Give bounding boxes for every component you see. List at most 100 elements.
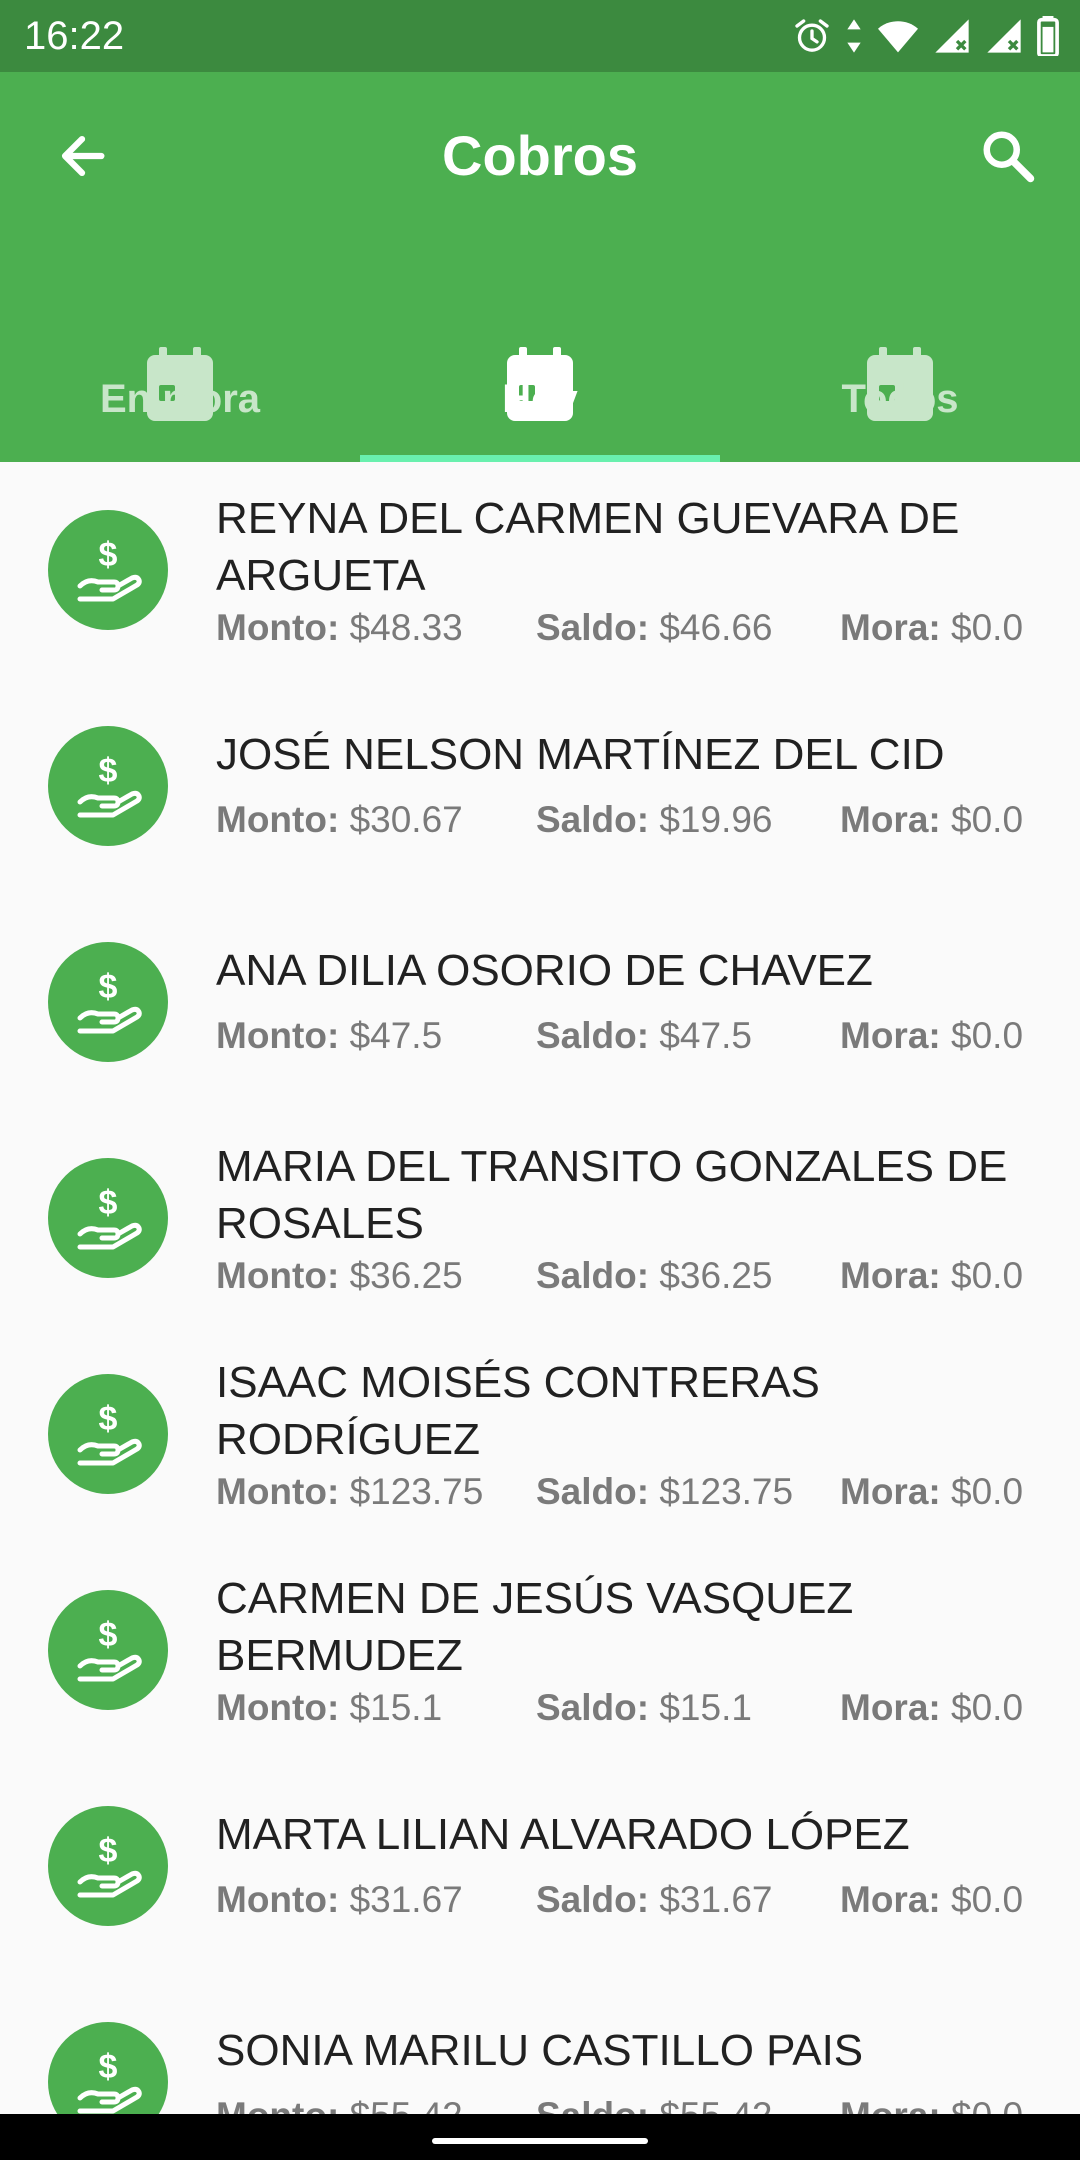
- mora: Mora: $0.0: [840, 1252, 1023, 1300]
- saldo: Saldo: $19.96: [536, 796, 773, 844]
- saldo-value: $123.75: [659, 1471, 794, 1512]
- mora-label: Mora:: [840, 1015, 941, 1056]
- status-time: 16:22: [24, 14, 125, 58]
- saldo-label: Saldo:: [536, 1471, 650, 1512]
- home-gesture-handle[interactable]: [432, 2138, 648, 2144]
- saldo-value: $15.1: [659, 1687, 752, 1728]
- monto: Monto: $55.42: [216, 2092, 463, 2114]
- cobros-list: $ REYNA DEL CARMEN GUEVARA DE ARGUETA Mo…: [0, 462, 1080, 2114]
- monto: Monto: $123.75: [216, 1468, 483, 1516]
- monto-value: $15.1: [349, 1687, 443, 1728]
- wifi-icon: [878, 21, 918, 53]
- saldo: Saldo: $55.42: [536, 2092, 773, 2114]
- mora: Mora: $0.0: [840, 1012, 1023, 1060]
- mora-value: $0.0: [951, 2095, 1023, 2114]
- mora-value: $0.0: [951, 1879, 1024, 1920]
- mora-value: $0.0: [951, 1255, 1024, 1296]
- signal-icon: [935, 19, 969, 53]
- search-button[interactable]: [976, 124, 1040, 188]
- list-item[interactable]: $ JOSÉ NELSON MARTÍNEZ DEL CID Monto: $3…: [0, 678, 1080, 894]
- amounts-row: Monto: $31.67 Saldo: $31.67 Mora: $0.0: [216, 1876, 1046, 1924]
- monto-value: $47.5: [349, 1015, 443, 1056]
- list-item[interactable]: $ ISAAC MOISÉS CONTRERAS RODRÍGUEZ Monto…: [0, 1326, 1080, 1542]
- svg-text:$: $: [99, 1400, 118, 1438]
- client-name: SONIA MARILU CASTILLO PAIS: [216, 2026, 864, 2075]
- monto-label: Monto:: [216, 1015, 340, 1056]
- saldo-label: Saldo:: [536, 799, 650, 840]
- monto-value: $30.67: [349, 799, 463, 840]
- money-hand-icon: $: [48, 726, 168, 846]
- monto: Monto: $47.5: [216, 1012, 442, 1060]
- client-name: CARMEN DE JESÚS VASQUEZ BERMUDEZ: [216, 1574, 854, 1680]
- mora-value: $0.0: [951, 607, 1024, 648]
- monto: Monto: $36.25: [216, 1252, 463, 1300]
- saldo-label: Saldo:: [536, 2095, 649, 2114]
- amounts-row: Monto: $55.42 Saldo: $55.42 Mora: $0.0: [216, 2092, 1046, 2114]
- mora-value: $0.0: [951, 1687, 1024, 1728]
- list-item[interactable]: $ CARMEN DE JESÚS VASQUEZ BERMUDEZ Monto…: [0, 1542, 1080, 1758]
- status-bar: 16:22: [0, 0, 1080, 72]
- tab-todos[interactable]: [720, 267, 1080, 462]
- tab-label-en-mora: En mora: [99, 377, 261, 421]
- client-name: REYNA DEL CARMEN GUEVARA DE ARGUETA: [216, 494, 960, 600]
- mora: Mora: $0.0: [840, 2092, 1023, 2114]
- mora-value: $0.0: [951, 1471, 1024, 1512]
- mora-label: Mora:: [840, 1255, 941, 1296]
- amounts-row: Monto: $123.75 Saldo: $123.75 Mora: $0.0: [216, 1468, 1046, 1516]
- saldo-label: Saldo:: [536, 1879, 650, 1920]
- mora-label: Mora:: [840, 2095, 941, 2114]
- saldo: Saldo: $47.5: [536, 1012, 752, 1060]
- money-hand-icon: $: [48, 942, 168, 1062]
- saldo-value: $46.66: [659, 607, 773, 648]
- money-hand-icon: $: [48, 1590, 168, 1710]
- saldo-label: Saldo:: [536, 1687, 650, 1728]
- tab-indicator: [360, 455, 720, 462]
- saldo-label: Saldo:: [536, 607, 650, 648]
- saldo-value: $19.96: [659, 799, 773, 840]
- monto-label: Monto:: [216, 607, 340, 648]
- client-name: ANA DILIA OSORIO DE CHAVEZ: [216, 946, 873, 995]
- signal-icon: [987, 19, 1021, 53]
- monto-value: $36.25: [349, 1255, 463, 1296]
- saldo-value: $47.5: [659, 1015, 752, 1056]
- saldo-label: Saldo:: [536, 1015, 650, 1056]
- saldo: Saldo: $46.66: [536, 604, 773, 652]
- tab-label-hoy: Hoy: [502, 377, 578, 421]
- list-item[interactable]: $ MARIA DEL TRANSITO GONZALES DE ROSALES…: [0, 1110, 1080, 1326]
- saldo-label: Saldo:: [536, 1255, 650, 1296]
- svg-text:$: $: [99, 2048, 118, 2086]
- svg-text:$: $: [99, 536, 118, 574]
- saldo: Saldo: $15.1: [536, 1684, 752, 1732]
- client-name: JOSÉ NELSON MARTÍNEZ DEL CID: [216, 730, 945, 779]
- money-hand-icon: $: [48, 1158, 168, 1278]
- monto-label: Monto:: [216, 1687, 340, 1728]
- mora-value: $0.0: [951, 1015, 1024, 1056]
- list-item[interactable]: $ ANA DILIA OSORIO DE CHAVEZ Monto: $47.…: [0, 894, 1080, 1110]
- monto: Monto: $48.33: [216, 604, 463, 652]
- mora: Mora: $0.0: [840, 1468, 1023, 1516]
- saldo-value: $36.25: [659, 1255, 773, 1296]
- amounts-row: Monto: $48.33 Saldo: $46.66 Mora: $0.0: [216, 604, 1046, 652]
- mora-value: $0.0: [951, 799, 1024, 840]
- mora-label: Mora:: [840, 799, 941, 840]
- tab-hoy[interactable]: [360, 267, 720, 462]
- alarm-icon: [795, 19, 829, 52]
- svg-text:$: $: [99, 1184, 118, 1222]
- svg-text:$: $: [99, 968, 118, 1006]
- monto: Monto: $15.1: [216, 1684, 442, 1732]
- client-name: MARTA LILIAN ALVARADO LÓPEZ: [216, 1810, 910, 1859]
- mora-label: Mora:: [840, 1687, 941, 1728]
- tab-en-mora[interactable]: [0, 267, 360, 462]
- battery-icon: [1037, 16, 1059, 56]
- tab-bar: [0, 267, 1080, 462]
- list-item[interactable]: $ SONIA MARILU CASTILLO PAIS Monto: $55.…: [0, 1974, 1080, 2114]
- monto-value: $31.67: [349, 1879, 463, 1920]
- money-hand-icon: $: [48, 510, 168, 630]
- amounts-row: Monto: $36.25 Saldo: $36.25 Mora: $0.0: [216, 1252, 1046, 1300]
- monto-value: $48.33: [349, 607, 463, 648]
- list-item[interactable]: $ MARTA LILIAN ALVARADO LÓPEZ Monto: $31…: [0, 1758, 1080, 1974]
- amounts-row: Monto: $15.1 Saldo: $15.1 Mora: $0.0: [216, 1684, 1046, 1732]
- monto-label: Monto:: [216, 1471, 340, 1512]
- money-hand-icon: $: [48, 1806, 168, 1926]
- list-item[interactable]: $ REYNA DEL CARMEN GUEVARA DE ARGUETA Mo…: [0, 462, 1080, 678]
